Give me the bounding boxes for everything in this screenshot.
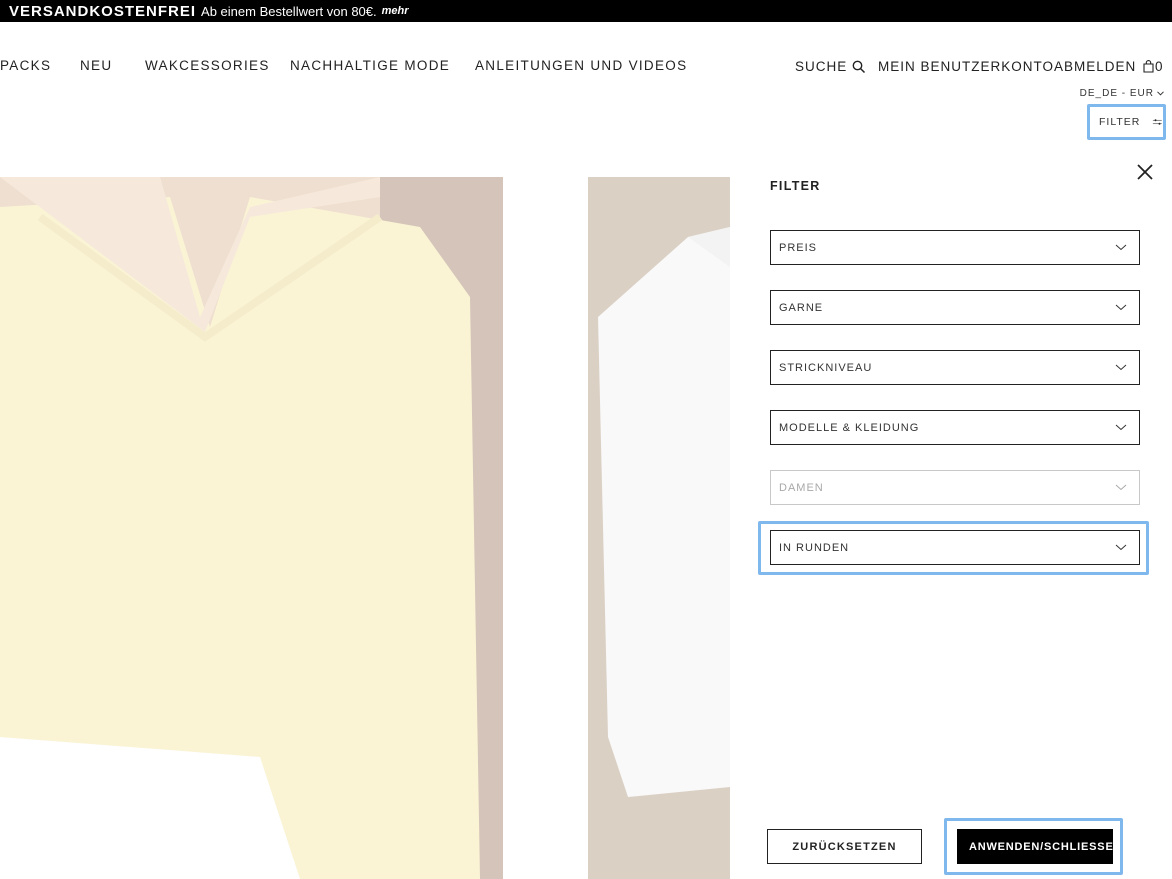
chevron-down-icon bbox=[1115, 364, 1127, 371]
close-filter-button[interactable] bbox=[1134, 161, 1156, 183]
filter-dropdown-label: STRICKNIVEAU bbox=[779, 361, 873, 374]
filter-panel-title: FILTER bbox=[770, 179, 821, 193]
search-link[interactable]: SUCHE bbox=[795, 59, 866, 74]
filter-dropdown-modelle[interactable]: MODELLE & KLEIDUNG bbox=[770, 410, 1140, 445]
promo-more-link[interactable]: mehr bbox=[382, 5, 409, 17]
chevron-down-icon bbox=[1115, 304, 1127, 311]
locale-label: DE_DE - EUR bbox=[1079, 88, 1154, 99]
filter-toggle-label: FILTER bbox=[1099, 116, 1141, 128]
account-link[interactable]: MEIN BENUTZERKONTO bbox=[878, 59, 1054, 74]
product-image-yellow-sweater[interactable] bbox=[0, 177, 503, 879]
yellow-sweater-illustration bbox=[0, 177, 503, 879]
search-icon bbox=[852, 60, 866, 73]
nav-item-wakcessories[interactable]: WAKCESSORIES bbox=[145, 58, 270, 73]
filter-dropdown-label: DAMEN bbox=[779, 481, 824, 494]
cart-count: 0 bbox=[1155, 59, 1164, 74]
filter-dropdown-label: PREIS bbox=[779, 241, 818, 254]
chevron-down-icon bbox=[1115, 424, 1127, 431]
search-label: SUCHE bbox=[795, 59, 848, 74]
filter-dropdown-in-runden[interactable]: IN RUNDEN bbox=[770, 530, 1140, 565]
filter-dropdown-label: GARNE bbox=[779, 301, 824, 314]
promo-text: Ab einem Bestellwert von 80€. bbox=[201, 3, 377, 19]
logout-link[interactable]: ABMELDEN bbox=[1054, 59, 1136, 74]
filter-dropdown-garne[interactable]: GARNE bbox=[770, 290, 1140, 325]
chevron-down-icon bbox=[1115, 244, 1127, 251]
chevron-down-icon bbox=[1115, 544, 1127, 551]
nav-item-neu[interactable]: NEU bbox=[80, 58, 112, 73]
close-icon bbox=[1137, 164, 1153, 180]
product-image-white-sweater[interactable] bbox=[588, 177, 730, 879]
chevron-down-icon bbox=[1115, 484, 1127, 491]
cart-link[interactable]: 0 bbox=[1143, 59, 1164, 74]
promo-headline: VERSANDKOSTENFREI bbox=[9, 2, 197, 20]
white-sweater-illustration bbox=[588, 177, 730, 879]
filter-toggle-button[interactable]: FILTER bbox=[1087, 104, 1166, 140]
locale-selector[interactable]: DE_DE - EUR bbox=[1080, 88, 1164, 99]
shopping-bag-icon bbox=[1143, 60, 1154, 73]
filter-dropdown-strickniveau[interactable]: STRICKNIVEAU bbox=[770, 350, 1140, 385]
filter-dropdown-damen: DAMEN bbox=[770, 470, 1140, 505]
nav-item-anleitungen[interactable]: ANLEITUNGEN UND VIDEOS bbox=[475, 58, 687, 73]
reset-filters-button[interactable]: ZURÜCKSETZEN bbox=[767, 829, 922, 864]
sliders-icon bbox=[1153, 119, 1163, 125]
filter-dropdown-label: MODELLE & KLEIDUNG bbox=[779, 421, 920, 434]
promo-bar: VERSANDKOSTENFREI Ab einem Bestellwert v… bbox=[0, 0, 1172, 22]
filter-dropdown-preis[interactable]: PREIS bbox=[770, 230, 1140, 265]
filter-dropdown-label: IN RUNDEN bbox=[779, 541, 850, 554]
chevron-down-icon bbox=[1157, 91, 1164, 96]
nav-item-nachhaltige-mode[interactable]: NACHHALTIGE MODE bbox=[290, 58, 450, 73]
nav-item-packs[interactable]: PACKS bbox=[0, 58, 51, 73]
apply-close-button[interactable]: ANWENDEN/SCHLIESSEN bbox=[957, 829, 1113, 864]
